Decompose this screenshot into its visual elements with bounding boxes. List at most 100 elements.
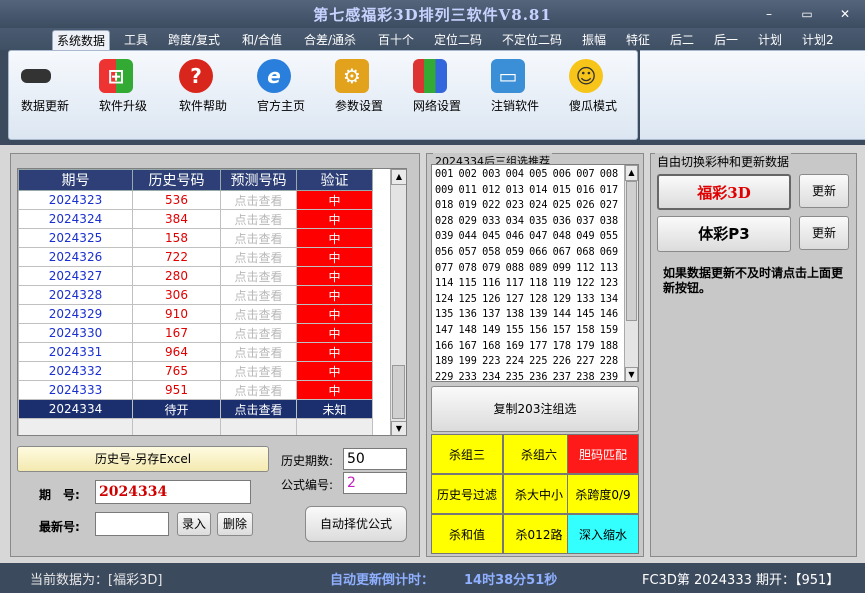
export-excel-button[interactable]: 历史号-另存Excel — [17, 446, 269, 472]
scroll-down-icon[interactable]: ▼ — [625, 367, 638, 381]
kill-012-button[interactable]: 杀012路 — [503, 514, 575, 554]
table-row-current[interactable]: 2024334 待开 点击查看 未知 — [18, 399, 373, 419]
cell-prediction[interactable]: 点击查看 — [220, 323, 297, 343]
settings-button[interactable]: ⚙ 参数设置 — [335, 59, 383, 113]
cell-verify: 中 — [296, 190, 373, 210]
tab-last-two[interactable]: 后二 — [666, 30, 698, 50]
cell-prediction[interactable]: 点击查看 — [220, 304, 297, 324]
tab-span[interactable]: 跨度/复式 — [164, 30, 224, 50]
latest-label: 最新号: — [39, 520, 80, 534]
tab-tools[interactable]: 工具 — [120, 30, 152, 50]
update-p3-button[interactable]: 更新 — [799, 216, 849, 250]
table-row[interactable]: 2024327 280 点击查看中 — [18, 266, 373, 286]
update-fc3d-button[interactable]: 更新 — [799, 174, 849, 208]
table-row[interactable]: 2024324 384 点击查看中 — [18, 209, 373, 229]
table-row[interactable]: 2024330 167 点击查看中 — [18, 323, 373, 343]
kill-sum-button[interactable]: 杀和值 — [431, 514, 503, 554]
table-row[interactable]: 2024328 306 点击查看中 — [18, 285, 373, 305]
cell-prediction[interactable]: 点击查看 — [220, 190, 297, 210]
cell-history: 765 — [132, 361, 221, 381]
col-prediction[interactable]: 预测号码 — [220, 169, 297, 191]
cell-prediction[interactable]: 点击查看 — [220, 266, 297, 286]
history-panel: 期号 历史号码 预测号码 验证 2024323 536 点击查看中 2024324 3… — [10, 153, 420, 557]
maximize-button[interactable]: ▭ — [798, 6, 816, 22]
col-history[interactable]: 历史号码 — [132, 169, 221, 191]
copy-groups-button[interactable]: 复制203注组选 — [431, 386, 639, 432]
table-row[interactable]: 2024326 722 点击查看中 — [18, 247, 373, 267]
scroll-down-icon[interactable]: ▼ — [391, 421, 406, 435]
tab-sum[interactable]: 和/合值 — [238, 30, 286, 50]
cell-issue: 2024331 — [18, 342, 133, 362]
scroll-thumb[interactable] — [626, 181, 637, 321]
countdown-label: 自动更新倒计时： — [330, 573, 435, 588]
numbers-list[interactable]: 001 002 003 004 005 006 007 008 009 011 … — [431, 164, 639, 382]
table-row[interactable]: 2024329 910 点击查看中 — [18, 304, 373, 324]
latest-number-input[interactable] — [95, 512, 169, 536]
kill-group3-button[interactable]: 杀组三 — [431, 434, 503, 474]
tab-hundreds[interactable]: 百十个 — [374, 30, 418, 50]
numbers-scrollbar[interactable]: ▲ ▼ — [624, 165, 638, 381]
tab-system-data[interactable]: 系统数据 — [52, 30, 111, 50]
tab-plan[interactable]: 计划 — [754, 30, 786, 50]
enter-button[interactable]: 录入 — [177, 512, 211, 536]
cell-prediction[interactable]: 点击查看 — [220, 228, 297, 248]
data-update-button[interactable]: 数据更新 — [21, 59, 69, 113]
software-upgrade-button[interactable]: ⊞ 软件升级 — [99, 59, 147, 113]
tab-diff[interactable]: 合差/通杀 — [300, 30, 360, 50]
ribbon-label: 软件升级 — [99, 99, 148, 113]
tab-nonpos-two[interactable]: 不定位二码 — [498, 30, 566, 50]
auto-formula-button[interactable]: 自动择优公式 — [305, 506, 407, 542]
formula-input[interactable]: 2 — [343, 472, 407, 494]
col-verify[interactable]: 验证 — [296, 169, 373, 191]
history-count-input[interactable]: 50 — [343, 448, 407, 470]
tab-amplitude[interactable]: 振幅 — [578, 30, 610, 50]
minimize-button[interactable]: – — [760, 6, 778, 22]
cell-prediction[interactable]: 点击查看 — [220, 399, 297, 419]
cell-verify: 中 — [296, 228, 373, 248]
cell-history: 158 — [132, 228, 221, 248]
cell-prediction[interactable]: 点击查看 — [220, 342, 297, 362]
cell-prediction[interactable]: 点击查看 — [220, 209, 297, 229]
network-settings-button[interactable]: 网络设置 — [413, 59, 461, 113]
cell-prediction[interactable]: 点击查看 — [220, 285, 297, 305]
kill-group6-button[interactable]: 杀组六 — [503, 434, 575, 474]
table-row[interactable]: 2024331 964 点击查看中 — [18, 342, 373, 362]
fc3d-button[interactable]: 福彩3D — [657, 174, 791, 210]
cell-prediction[interactable]: 点击查看 — [220, 247, 297, 267]
close-button[interactable]: ✕ — [836, 6, 854, 22]
tab-feature[interactable]: 特征 — [622, 30, 654, 50]
table-row[interactable]: 2024325 158 点击查看中 — [18, 228, 373, 248]
p3-button[interactable]: 体彩P3 — [657, 216, 791, 252]
logout-button[interactable]: ▭ 注销软件 — [491, 59, 539, 113]
simple-mode-button[interactable]: ☺ 傻瓜模式 — [569, 59, 617, 113]
table-row[interactable]: 2024332 765 点击查看中 — [18, 361, 373, 381]
issue-input[interactable]: 2024334 — [95, 480, 251, 504]
table-row[interactable]: 2024333 951 点击查看中 — [18, 380, 373, 400]
scroll-up-icon[interactable]: ▲ — [625, 165, 638, 181]
cell-issue: 2024328 — [18, 285, 133, 305]
table-header: 期号 历史号码 预测号码 验证 — [18, 169, 373, 191]
deep-reduce-button[interactable]: 深入缩水 — [567, 514, 639, 554]
history-filter-button[interactable]: 历史号过滤 — [431, 474, 503, 514]
cell-prediction[interactable]: 点击查看 — [220, 380, 297, 400]
window-title: 第七感福彩3D排列三软件V8.81 — [313, 6, 552, 24]
grid-scrollbar[interactable]: ▲ ▼ — [390, 169, 406, 435]
software-help-button[interactable]: ? 软件帮助 — [179, 59, 227, 113]
kill-span-button[interactable]: 杀跨度0/9 — [567, 474, 639, 514]
tab-plan2[interactable]: 计划2 — [798, 30, 838, 50]
kill-size-button[interactable]: 杀大中小 — [503, 474, 575, 514]
table-row[interactable]: 2024323 536 点击查看中 — [18, 190, 373, 210]
history-grid[interactable]: 期号 历史号码 预测号码 验证 2024323 536 点击查看中 2024324 3… — [17, 168, 407, 436]
col-issue[interactable]: 期号 — [18, 169, 133, 191]
tab-pos-two[interactable]: 定位二码 — [430, 30, 486, 50]
homepage-button[interactable]: e 官方主页 — [257, 59, 305, 113]
scroll-thumb[interactable] — [392, 365, 405, 419]
cell-prediction[interactable]: 点击查看 — [220, 361, 297, 381]
cell-issue: 2024323 — [18, 190, 133, 210]
tab-last-one[interactable]: 后一 — [710, 30, 742, 50]
delete-button[interactable]: 删除 — [217, 512, 253, 536]
ribbon-label: 数据更新 — [21, 99, 70, 113]
scroll-up-icon[interactable]: ▲ — [391, 169, 406, 185]
dan-match-button[interactable]: 胆码匹配 — [567, 434, 639, 474]
cell-verify: 中 — [296, 266, 373, 286]
